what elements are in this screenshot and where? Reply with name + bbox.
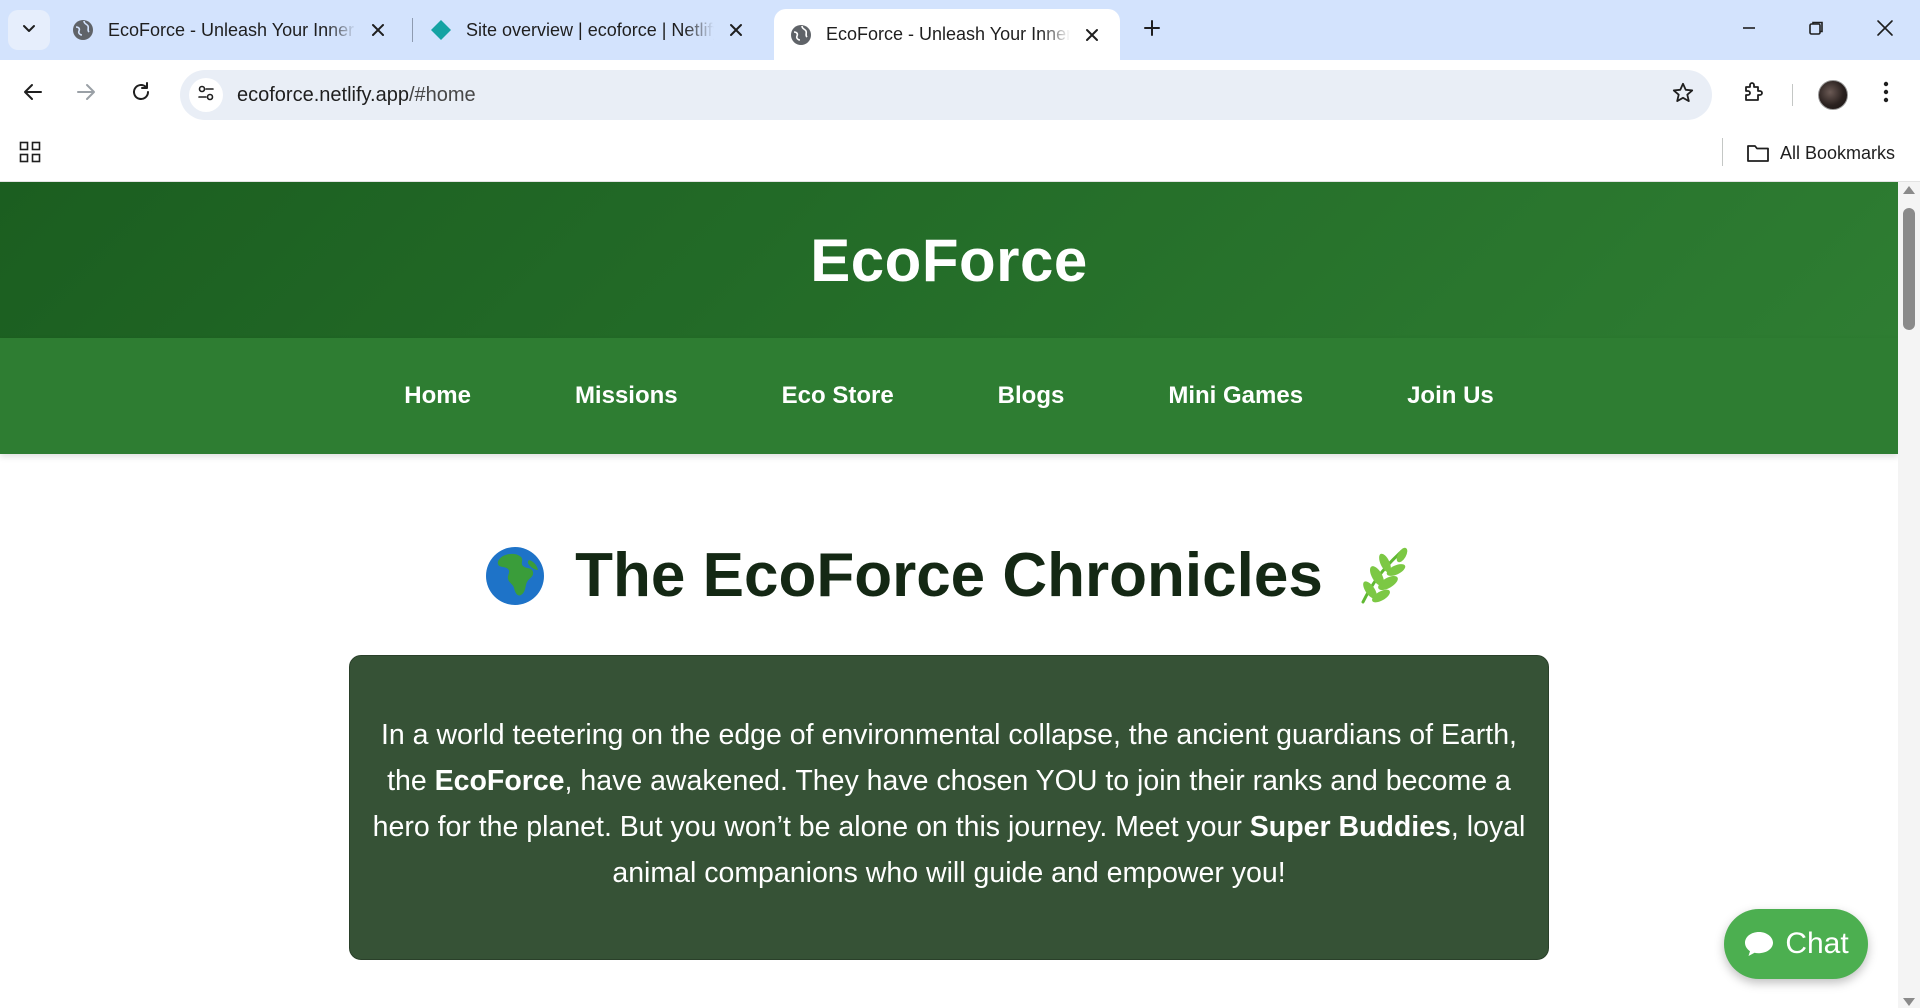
story-bold-super-buddies: Super Buddies (1249, 811, 1451, 843)
nav-eco-store[interactable]: Eco Store (782, 382, 894, 410)
reload-button[interactable] (121, 74, 161, 114)
arrow-right-icon (75, 81, 97, 108)
nav-home[interactable]: Home (404, 382, 471, 410)
tab-strip: EcoForce - Unleash Your Inner Hero Site … (0, 0, 1920, 60)
site-header: EcoForce (0, 182, 1898, 338)
all-bookmarks-button[interactable]: All Bookmarks (1746, 138, 1895, 168)
bookmarks-separator (1722, 138, 1723, 166)
scroll-down-arrow[interactable] (1903, 998, 1915, 1006)
tab-title: EcoForce - Unleash Your Inner Hero (108, 19, 356, 40)
back-button[interactable] (13, 74, 53, 114)
close-icon[interactable] (724, 18, 748, 42)
bookmark-star-button[interactable] (1668, 80, 1698, 110)
chat-bubble-icon (1743, 930, 1775, 958)
all-bookmarks-label: All Bookmarks (1780, 142, 1896, 163)
close-window-button[interactable] (1862, 8, 1908, 52)
arrow-left-icon (22, 81, 44, 108)
globe-icon (790, 24, 812, 46)
chronicles-section: The EcoForce Chronicles (0, 454, 1898, 611)
close-icon[interactable] (366, 18, 390, 42)
close-icon (1876, 19, 1894, 42)
folder-icon (1746, 143, 1770, 163)
reload-icon (130, 81, 152, 108)
apps-grid-button[interactable] (16, 140, 44, 168)
url-text[interactable]: ecoforce.netlify.app/#home (237, 84, 476, 107)
url-host: ecoforce.netlify.app (237, 83, 409, 106)
tab-separator (412, 18, 413, 42)
plus-icon (1142, 18, 1162, 43)
restore-button[interactable] (1793, 8, 1839, 52)
herb-icon (1353, 546, 1413, 606)
story-bold-ecoforce: EcoForce (434, 765, 565, 797)
story-card: In a world teetering on the edge of envi… (349, 655, 1549, 960)
nav-blogs[interactable]: Blogs (998, 382, 1065, 410)
more-vertical-icon (1883, 81, 1889, 108)
tab-search-button[interactable] (8, 10, 50, 50)
site-nav: Home Missions Eco Store Blogs Mini Games… (0, 338, 1898, 454)
scroll-up-arrow[interactable] (1903, 186, 1915, 194)
scroll-thumb[interactable] (1903, 208, 1915, 330)
page-viewport: EcoForce Home Missions Eco Store Blogs M… (0, 182, 1898, 1008)
forward-button[interactable] (66, 74, 106, 114)
star-icon (1671, 81, 1695, 110)
extensions-button[interactable] (1734, 74, 1774, 114)
section-heading: The EcoForce Chronicles (485, 540, 1413, 611)
tab-title: EcoForce - Unleash Your Inner Hero (826, 24, 1070, 44)
site-logo-title[interactable]: EcoForce (810, 226, 1087, 295)
profile-avatar[interactable] (1818, 80, 1848, 110)
netlify-icon (430, 19, 452, 41)
story-paragraph: In a world teetering on the edge of envi… (372, 712, 1526, 896)
nav-join-us[interactable]: Join Us (1407, 382, 1494, 410)
tab-ecoforce-active[interactable]: EcoForce - Unleash Your Inner Hero (774, 9, 1120, 60)
browser-toolbar: ecoforce.netlify.app/#home (0, 60, 1920, 128)
tab-netlify[interactable]: Site overview | ecoforce | Netlify (414, 9, 764, 51)
close-icon[interactable] (1080, 23, 1104, 47)
bookmarks-bar: All Bookmarks (0, 128, 1920, 182)
heading-text: The EcoForce Chronicles (575, 541, 1323, 610)
nav-mini-games[interactable]: Mini Games (1168, 382, 1303, 410)
chat-label: Chat (1785, 927, 1849, 960)
tune-icon (196, 83, 216, 108)
puzzle-icon (1742, 80, 1766, 109)
browser-menu-button[interactable] (1866, 74, 1906, 114)
minimize-icon (1741, 20, 1757, 41)
minimize-button[interactable] (1726, 8, 1772, 52)
tab-title: Site overview | ecoforce | Netlify (466, 19, 714, 40)
page-scrollbar[interactable] (1898, 182, 1920, 1008)
url-path: /#home (408, 83, 476, 106)
tab-ecoforce-1[interactable]: EcoForce - Unleash Your Inner Hero (56, 9, 406, 51)
restore-icon (1808, 20, 1824, 41)
grid-icon (19, 141, 41, 168)
globe-africa-icon (485, 546, 545, 606)
globe-icon (72, 19, 94, 41)
toolbar-separator (1792, 84, 1793, 106)
chevron-down-icon (21, 20, 37, 41)
new-tab-button[interactable] (1134, 12, 1170, 48)
chat-button[interactable]: Chat (1724, 909, 1868, 979)
site-info-button[interactable] (189, 78, 223, 112)
nav-missions[interactable]: Missions (575, 382, 678, 410)
address-bar[interactable]: ecoforce.netlify.app/#home (180, 70, 1712, 120)
